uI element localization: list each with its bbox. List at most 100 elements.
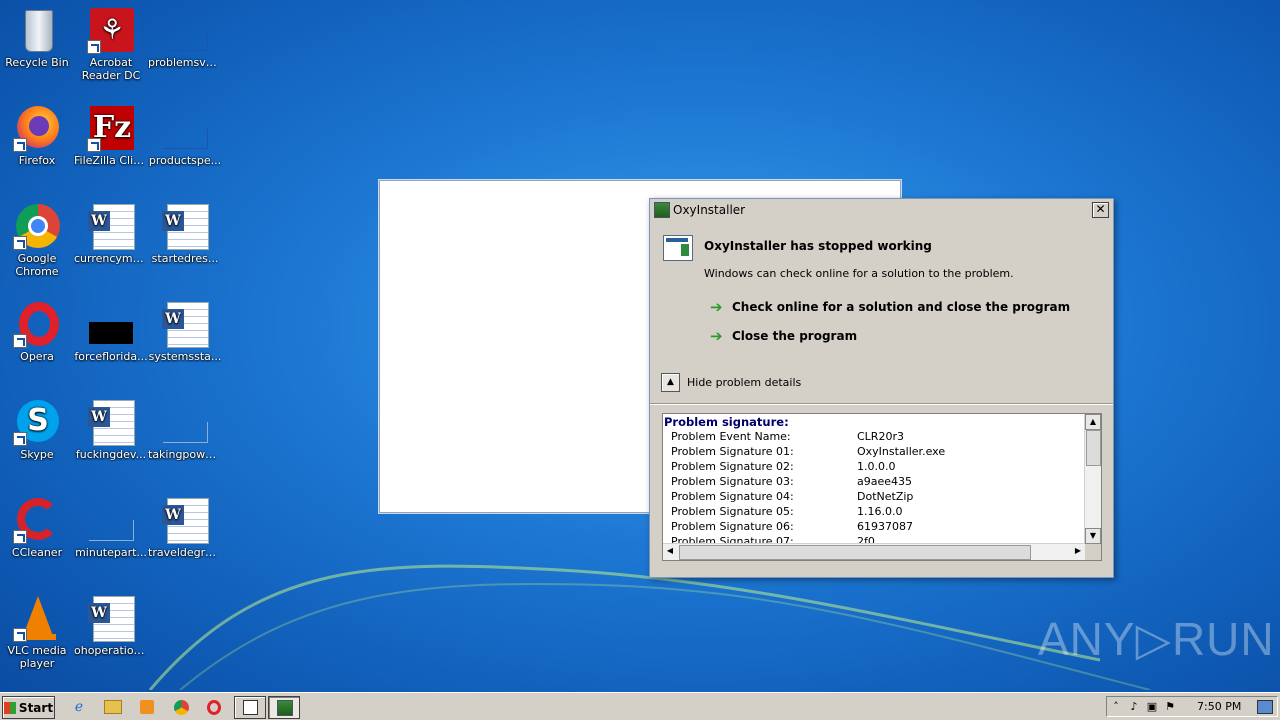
desktop-icon-label: minutepart... — [75, 546, 147, 559]
problem-details-content: Problem signature: Problem Event Name: CL… — [663, 414, 1085, 544]
desktop-icon-forceflorida[interactable]: forceflorida... — [74, 300, 148, 363]
taskbar: Start ℯ ˄ ♪ ▣ ⚑ 7:50 PM — [0, 692, 1280, 720]
hide-details-toggle[interactable]: ▲ Hide problem details — [661, 373, 801, 392]
desktop-icon-problemsvall[interactable]: problemsvall... — [148, 6, 222, 69]
desktop-icon-takingpower[interactable]: takingpower... — [148, 398, 222, 461]
word-document-icon: W — [161, 496, 209, 544]
opera-taskbar-icon[interactable] — [203, 697, 225, 717]
detail-row: Problem Signature 03: a9aee435 — [671, 475, 913, 488]
desktop-icon-label: VLC media player — [7, 644, 67, 670]
taskbar-window-button[interactable] — [234, 696, 266, 719]
desktop-icon-label: Acrobat Reader DC — [81, 56, 141, 82]
taskbar-oxyinstaller-button[interactable] — [268, 696, 300, 719]
vlc-cone-icon — [13, 594, 61, 642]
volume-icon[interactable]: ♪ — [1125, 700, 1143, 713]
desktop-icon-vlc[interactable]: VLC media player — [0, 594, 74, 670]
blank-file-icon — [87, 496, 135, 544]
hide-details-label: Hide problem details — [687, 376, 802, 389]
desktop-icon-doc-traveldegre[interactable]: W traveldegre... — [148, 496, 222, 559]
desktop-icon-label: problemsvall... — [148, 56, 222, 69]
desktop-icon-label: Recycle Bin — [5, 56, 69, 69]
clock[interactable]: 7:50 PM — [1197, 700, 1241, 713]
system-tray: ˄ ♪ ▣ ⚑ 7:50 PM — [1106, 696, 1278, 717]
desktop-icon-doc-fuckingdev[interactable]: W fuckingdev... — [74, 398, 148, 461]
desktop-icon-label: currencyme... — [74, 252, 148, 265]
desktop-icon-opera[interactable]: Opera — [0, 300, 74, 363]
word-document-icon: W — [161, 202, 209, 250]
desktop-icon-filezilla[interactable]: Fz FileZilla Client — [74, 104, 148, 167]
dialog-title: OxyInstaller — [673, 203, 746, 217]
start-button[interactable]: Start — [2, 696, 55, 719]
show-desktop-icon[interactable] — [1257, 700, 1273, 714]
problem-details-box[interactable]: Problem signature: Problem Event Name: CL… — [662, 413, 1102, 561]
desktop-icon-minutepart[interactable]: minutepart... — [74, 496, 148, 559]
internet-explorer-icon[interactable]: ℯ — [68, 697, 90, 717]
desktop-icon-label: Opera — [20, 350, 54, 363]
detail-row: Problem Signature 01: OxyInstaller.exe — [671, 445, 946, 458]
desktop-icon-firefox[interactable]: Firefox — [0, 104, 74, 167]
detail-row: Problem Signature 02: 1.0.0.0 — [671, 460, 896, 473]
word-document-icon: W — [87, 398, 135, 446]
desktop-icon-label: fuckingdev... — [75, 448, 147, 461]
desktop-icon-doc-currencyme[interactable]: W currencyme... — [74, 202, 148, 265]
desktop-icon-skype[interactable]: S Skype — [0, 398, 74, 461]
windows-logo-icon — [3, 701, 16, 714]
chevron-up-icon[interactable]: ▲ — [661, 373, 680, 392]
scroll-right-icon[interactable]: ▶ — [1071, 544, 1085, 558]
desktop-icon-ccleaner[interactable]: CCleaner — [0, 496, 74, 559]
scroll-up-icon[interactable]: ▲ — [1085, 414, 1101, 430]
scroll-left-icon[interactable]: ◀ — [663, 544, 677, 558]
detail-row: Problem Signature 04: DotNetZip — [671, 490, 914, 503]
desktop-icon-label: ohoperation... — [74, 644, 148, 657]
green-arrow-icon: ➔ — [710, 327, 723, 345]
desktop-icon-google-chrome[interactable]: Google Chrome — [0, 202, 74, 278]
recycle-bin-icon — [13, 6, 61, 54]
scroll-corner — [1085, 544, 1101, 560]
acrobat-icon: ⚘ — [87, 6, 135, 54]
divider — [650, 403, 1113, 405]
desktop-icon-recycle-bin[interactable]: Recycle Bin — [0, 6, 74, 69]
opera-icon — [13, 300, 61, 348]
desktop-icon-productspe[interactable]: productspe... — [148, 104, 222, 167]
anyrun-watermark: ANY▷RUN — [1038, 613, 1275, 665]
desktop-icon-acrobat[interactable]: ⚘ Acrobat Reader DC — [74, 6, 148, 82]
word-document-icon: W — [161, 300, 209, 348]
close-program-button[interactable]: ➔ Close the program — [710, 327, 858, 345]
blank-file-icon — [161, 398, 209, 446]
show-hidden-icons-icon[interactable]: ˄ — [1107, 700, 1125, 713]
firefox-icon — [13, 104, 61, 152]
chrome-taskbar-icon[interactable] — [170, 697, 192, 717]
desktop-icon-label: systemssta... — [148, 350, 222, 363]
dialog-heading: OxyInstaller has stopped working — [704, 239, 932, 253]
desktop-icon-label: Firefox — [18, 154, 56, 167]
detail-row: Problem Signature 05: 1.16.0.0 — [671, 505, 903, 518]
window-icon — [243, 700, 258, 715]
horizontal-scrollbar[interactable]: ◀ ▶ — [663, 543, 1085, 560]
folder-icon[interactable] — [102, 697, 124, 717]
scroll-thumb[interactable] — [1086, 430, 1101, 466]
problem-signature-header: Problem signature: — [664, 415, 789, 429]
skype-icon: S — [13, 398, 61, 446]
installer-icon — [277, 700, 293, 716]
scroll-thumb[interactable] — [679, 545, 1031, 560]
dialog-titlebar[interactable]: OxyInstaller ✕ — [652, 201, 1111, 219]
close-button[interactable]: ✕ — [1092, 202, 1109, 218]
start-label: Start — [18, 700, 54, 715]
check-online-button[interactable]: ➔ Check online for a solution and close … — [710, 300, 1071, 315]
ccleaner-icon — [13, 496, 61, 544]
check-online-label: Check online for a solution and close th… — [732, 300, 1071, 314]
desktop-icon-doc-systemssta[interactable]: W systemssta... — [148, 300, 222, 363]
desktop-icon-label: FileZilla Client — [74, 154, 148, 167]
desktop-icon-doc-startedres[interactable]: W startedres... — [148, 202, 222, 265]
application-icon — [663, 235, 693, 261]
vertical-scrollbar[interactable]: ▲ ▼ — [1084, 414, 1101, 544]
action-center-flag-icon[interactable]: ⚑ — [1161, 700, 1179, 713]
desktop-icon-label: productspe... — [148, 154, 222, 167]
network-icon[interactable]: ▣ — [1143, 700, 1161, 713]
desktop-icon-label: Google Chrome — [15, 252, 59, 278]
desktop-icon-doc-ohoperation[interactable]: W ohoperation... — [74, 594, 148, 657]
scroll-down-icon[interactable]: ▼ — [1085, 528, 1101, 544]
media-player-icon[interactable] — [136, 697, 158, 717]
desktop-icon-label: forceflorida... — [74, 350, 148, 363]
close-program-label: Close the program — [732, 329, 858, 343]
